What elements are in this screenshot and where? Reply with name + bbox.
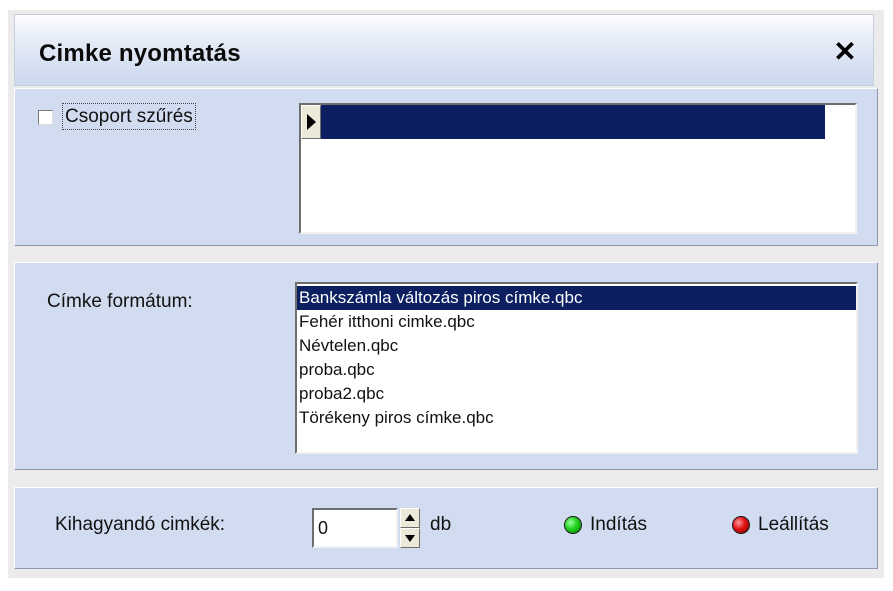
skip-count-spinner <box>400 508 420 548</box>
group-filter-label[interactable]: Csoport szűrés <box>62 103 196 130</box>
red-light-icon <box>732 516 750 534</box>
stop-button[interactable]: Leállítás <box>732 514 872 540</box>
spin-up-button[interactable] <box>400 508 420 528</box>
label-format-list[interactable]: Bankszámla változás piros címke.qbc Fehé… <box>295 282 858 454</box>
group-filter-checkbox[interactable] <box>38 110 53 125</box>
start-label: Indítás <box>590 514 648 535</box>
list-item[interactable]: proba2.qbc <box>297 382 856 406</box>
unit-label: db <box>430 514 452 535</box>
skip-count-input[interactable] <box>312 508 398 548</box>
list-item[interactable]: Fehér itthoni cimke.qbc <box>297 310 856 334</box>
grid-row-selected[interactable] <box>301 105 825 139</box>
list-item[interactable]: Törékeny piros címke.qbc <box>297 406 856 430</box>
label-format-panel: Címke formátum: Bankszámla változás piro… <box>14 262 878 470</box>
start-button[interactable]: Indítás <box>564 514 684 540</box>
row-pointer-icon <box>301 105 321 139</box>
close-button[interactable]: ✕ <box>831 37 859 67</box>
spin-down-button[interactable] <box>400 528 420 548</box>
list-item[interactable]: proba.qbc <box>297 358 856 382</box>
list-item[interactable]: Bankszámla változás piros címke.qbc <box>297 286 856 310</box>
window-title: Cimke nyomtatás <box>39 40 241 67</box>
stop-label: Leállítás <box>758 514 829 535</box>
green-light-icon <box>564 516 582 534</box>
controls-panel: Kihagyandó cimkék: db Indítás Leállítás <box>14 487 878 569</box>
list-item[interactable]: Névtelen.qbc <box>297 334 856 358</box>
label-format-label: Címke formátum: <box>47 291 193 312</box>
group-filter-panel: Csoport szűrés <box>14 88 878 246</box>
title-bar: Cimke nyomtatás ✕ <box>14 14 874 86</box>
skip-labels-label: Kihagyandó cimkék: <box>55 514 226 535</box>
group-grid[interactable] <box>299 103 857 234</box>
